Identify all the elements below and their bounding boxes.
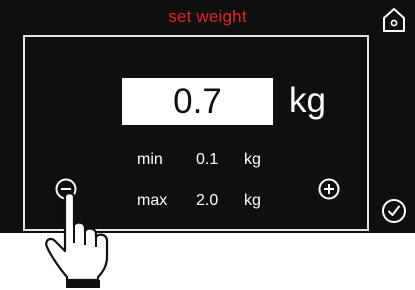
check-circle-icon[interactable]	[381, 198, 407, 224]
min-label: min	[137, 151, 163, 168]
pointing-hand-icon	[45, 192, 109, 288]
min-unit: kg	[244, 151, 261, 168]
home-icon[interactable]	[381, 6, 407, 34]
screen-title: set weight	[168, 7, 247, 26]
weight-unit: kg	[289, 81, 326, 120]
weight-value: 0.7	[173, 82, 222, 121]
max-unit: kg	[244, 192, 261, 209]
weight-value-display[interactable]: 0.7	[122, 78, 273, 125]
max-label: max	[137, 192, 168, 209]
min-value: 0.1	[196, 151, 219, 168]
plus-circle-icon[interactable]	[318, 178, 340, 200]
max-value: 2.0	[196, 192, 219, 209]
